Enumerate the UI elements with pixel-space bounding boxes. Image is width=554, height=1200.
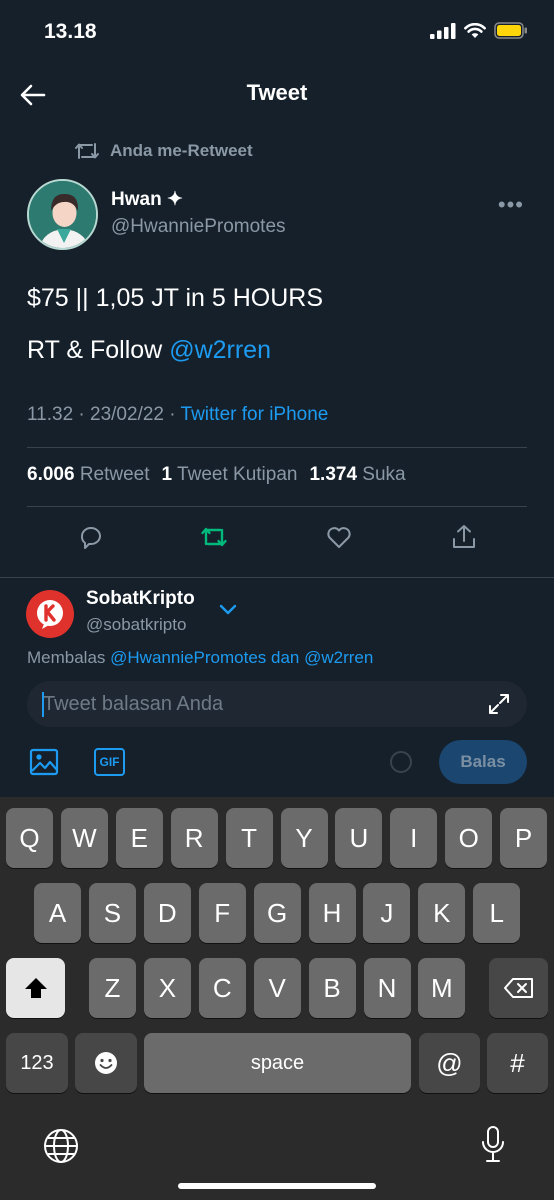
emoji-icon (95, 1052, 117, 1074)
reply-send-button[interactable]: Balas (439, 740, 527, 784)
replying-to: Membalas @HwanniePromotes dan @w2rren (27, 648, 373, 668)
status-time: 13.18 (44, 20, 97, 43)
key-f[interactable]: F (198, 883, 246, 943)
quote-stat[interactable]: 1 Tweet Kutipan (162, 464, 298, 486)
key-h[interactable]: H (308, 883, 356, 943)
cellular-signal-icon (430, 22, 456, 39)
reply-user-avatar[interactable] (26, 590, 74, 638)
at-key[interactable]: @ (419, 1033, 480, 1093)
retweet-icon (75, 143, 99, 159)
key-j[interactable]: J (363, 883, 411, 943)
backspace-key[interactable] (489, 958, 548, 1018)
expand-icon[interactable] (487, 692, 511, 716)
key-e[interactable]: E (115, 808, 163, 868)
tweet-timestamp: 11.32 · 23/02/22 · (27, 404, 181, 425)
key-m[interactable]: M (418, 958, 466, 1018)
retweet-context-label: Anda me-Retweet (110, 141, 253, 160)
reply-user-name: SobatKripto (86, 588, 195, 609)
home-indicator[interactable] (178, 1183, 376, 1189)
tweet-source-link[interactable]: Twitter for iPhone (181, 404, 329, 425)
gif-button[interactable]: GIF (94, 748, 125, 776)
key-a[interactable]: A (34, 883, 81, 943)
key-x[interactable]: X (143, 958, 191, 1018)
chevron-down-icon[interactable] (218, 603, 238, 617)
reply-icon[interactable] (76, 522, 106, 552)
tweet-stats: 6.006 Retweet 1 Tweet Kutipan 1.374 Suka (27, 464, 406, 486)
space-key[interactable]: space (144, 1033, 411, 1093)
key-q[interactable]: Q (6, 808, 53, 868)
reply-user-handle: @sobatkripto (86, 615, 187, 634)
key-r[interactable]: R (170, 808, 218, 868)
key-y[interactable]: Y (280, 808, 328, 868)
key-p[interactable]: P (500, 808, 548, 868)
retweet-context: Anda me-Retweet (74, 140, 253, 162)
key-l[interactable]: L (473, 883, 521, 943)
tweet-meta: 11.32 · 23/02/22 · Twitter for iPhone (27, 404, 328, 426)
key-b[interactable]: B (308, 958, 356, 1018)
hash-key[interactable]: # (487, 1033, 548, 1093)
retweet-label: Retweet (79, 464, 150, 485)
key-d[interactable]: D (143, 883, 191, 943)
replying-targets[interactable]: @HwanniePromotes dan @w2rren (110, 648, 373, 667)
sobatkripto-logo-icon (37, 600, 63, 629)
quote-label: Tweet Kutipan (177, 464, 298, 485)
avatar-illustration (29, 181, 96, 248)
replying-prefix: Membalas (27, 648, 111, 667)
shift-icon (24, 978, 47, 998)
numbers-key[interactable]: 123 (6, 1033, 68, 1093)
divider (27, 447, 527, 448)
mention-link[interactable]: @w2rren (169, 336, 271, 364)
key-u[interactable]: U (335, 808, 383, 868)
key-s[interactable]: S (88, 883, 136, 943)
retweet-count: 6.006 (27, 464, 75, 485)
key-w[interactable]: W (60, 808, 108, 868)
more-options-icon[interactable]: ••• (498, 192, 524, 218)
retweet-stat[interactable]: 6.006 Retweet (27, 464, 150, 486)
tweet-text-prefix: RT & Follow (27, 336, 170, 364)
page-title: Tweet (246, 80, 308, 105)
like-label: Suka (362, 464, 406, 485)
quote-count: 1 (161, 464, 173, 485)
globe-icon[interactable] (42, 1127, 80, 1165)
like-stat[interactable]: 1.374 Suka (309, 464, 405, 486)
key-c[interactable]: C (198, 958, 246, 1018)
tweet-text-line-2: RT & Follow @w2rren (27, 336, 271, 365)
emoji-key[interactable] (75, 1033, 137, 1093)
text-caret (42, 692, 44, 717)
key-k[interactable]: K (418, 883, 466, 943)
status-icons (430, 22, 528, 39)
shift-key[interactable] (6, 958, 65, 1018)
key-v[interactable]: V (253, 958, 301, 1018)
divider (27, 506, 527, 507)
microphone-icon[interactable] (480, 1125, 506, 1165)
backspace-icon (503, 978, 533, 998)
author-handle[interactable]: @HwanniePromotes (111, 216, 286, 238)
character-count-circle (390, 751, 412, 773)
image-icon[interactable] (29, 747, 59, 777)
retweet-action-icon[interactable] (199, 522, 229, 552)
share-icon[interactable] (449, 522, 479, 552)
key-n[interactable]: N (363, 958, 411, 1018)
like-count: 1.374 (309, 464, 358, 485)
wifi-icon (464, 22, 486, 38)
key-g[interactable]: G (253, 883, 301, 943)
tweet-text-line-1: $75 || 1,05 JT in 5 HOURS (27, 284, 323, 312)
author-avatar[interactable] (27, 179, 98, 250)
key-z[interactable]: Z (89, 958, 136, 1018)
divider (0, 577, 554, 578)
key-t[interactable]: T (225, 808, 273, 868)
key-i[interactable]: I (390, 808, 438, 868)
author-name[interactable]: Hwan ✦ (111, 188, 183, 211)
keyboard: QWERTYUIOP ASDFGHJKL ZXCVBNM 123 space @… (0, 797, 554, 1200)
like-icon[interactable] (324, 522, 354, 552)
battery-icon (494, 22, 527, 39)
reply-input[interactable] (27, 681, 527, 727)
key-o[interactable]: O (445, 808, 493, 868)
